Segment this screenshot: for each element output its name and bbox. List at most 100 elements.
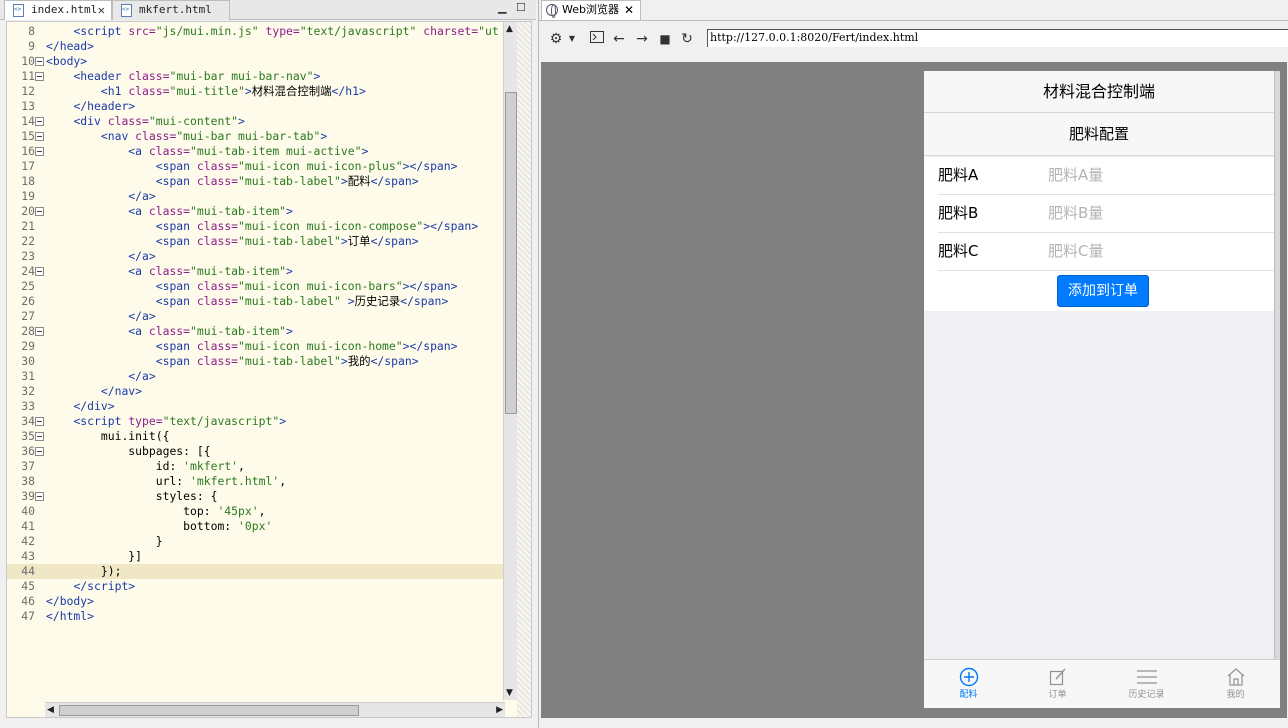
- line-number: 39: [21, 489, 35, 503]
- code-text: </header>: [73, 99, 136, 113]
- minimize-icon[interactable]: ▁: [498, 1, 506, 14]
- tab-orders[interactable]: 订单: [1013, 660, 1102, 708]
- scrollbar-thumb[interactable]: [505, 92, 517, 414]
- code-line[interactable]: 17 <span class="mui-icon mui-icon-plus">…: [7, 159, 503, 174]
- console-icon[interactable]: [589, 30, 605, 48]
- tab-mkfert-html[interactable]: mkfert.html: [112, 0, 230, 20]
- tab-index-html[interactable]: index.html ✕: [4, 0, 112, 20]
- gear-icon[interactable]: ⚙: [547, 30, 565, 48]
- code-line[interactable]: 25 <span class="mui-icon mui-icon-bars">…: [7, 279, 503, 294]
- fold-toggle-icon[interactable]: [35, 417, 44, 426]
- code-editor[interactable]: 8 <script src="js/mui.min.js" type="text…: [6, 21, 532, 718]
- code-line[interactable]: 41 bottom: '0px': [7, 519, 503, 534]
- scroll-up-icon[interactable]: ▲: [506, 24, 513, 34]
- line-number: 29: [21, 339, 35, 353]
- code-line[interactable]: 36 subpages: [{: [7, 444, 503, 459]
- add-to-order-button[interactable]: 添加到订单: [1057, 275, 1149, 307]
- code-line[interactable]: 33 </div>: [7, 399, 503, 414]
- fold-toggle-icon[interactable]: [35, 432, 44, 441]
- code-line[interactable]: 35 mui.init({: [7, 429, 503, 444]
- code-line[interactable]: 27 </a>: [7, 309, 503, 324]
- fertilizer-b-input[interactable]: [1048, 199, 1268, 227]
- code-line[interactable]: 24 <a class="mui-tab-item">: [7, 264, 503, 279]
- forward-arrow-icon[interactable]: →: [634, 30, 650, 48]
- fertilizer-a-input[interactable]: [1048, 161, 1268, 189]
- code-line[interactable]: 12 <h1 class="mui-title">材料混合控制端</h1>: [7, 84, 503, 99]
- code-line[interactable]: 21 <span class="mui-icon mui-icon-compos…: [7, 219, 503, 234]
- fold-toggle-icon[interactable]: [35, 447, 44, 456]
- close-icon[interactable]: ✕: [624, 1, 634, 19]
- address-bar[interactable]: http://127.0.0.1:8020/Fert/index.html: [707, 29, 1288, 47]
- code-line[interactable]: 9 </head>: [7, 39, 503, 54]
- code-line[interactable]: 18 <span class="mui-tab-label">配料</span>: [7, 174, 503, 189]
- fold-toggle-icon[interactable]: [35, 147, 44, 156]
- code-line[interactable]: 13 </header>: [7, 99, 503, 114]
- horizontal-scrollbar[interactable]: ◀ ▶: [45, 702, 505, 717]
- fold-toggle-icon[interactable]: [35, 117, 44, 126]
- tab-web-browser[interactable]: Web浏览器 ✕: [541, 0, 641, 20]
- close-icon[interactable]: ✕: [98, 1, 105, 19]
- code-line[interactable]: 43 }]: [7, 549, 503, 564]
- fold-toggle-icon[interactable]: [35, 132, 44, 141]
- scrollbar-thumb[interactable]: [59, 705, 359, 716]
- code-text: url: 'mkfert.html',: [155, 474, 287, 488]
- code-line[interactable]: 28 <a class="mui-tab-item">: [7, 324, 503, 339]
- tab-ingredients[interactable]: 配料: [924, 660, 1013, 708]
- code-line[interactable]: 40 top: '45px',: [7, 504, 503, 519]
- stop-icon[interactable]: ■: [657, 30, 673, 48]
- code-line[interactable]: 46 </body>: [7, 594, 503, 609]
- fold-toggle-icon[interactable]: [35, 492, 44, 501]
- code-line[interactable]: 38 url: 'mkfert.html',: [7, 474, 503, 489]
- code-line[interactable]: 31 </a>: [7, 369, 503, 384]
- tab-mine[interactable]: 我的: [1191, 660, 1280, 708]
- line-number: 43: [21, 549, 35, 563]
- scroll-right-icon[interactable]: ▶: [496, 705, 503, 715]
- code-line[interactable]: 37 id: 'mkfert',: [7, 459, 503, 474]
- fertilizer-c-input[interactable]: [1048, 237, 1268, 265]
- code-line[interactable]: 22 <span class="mui-tab-label">订单</span>: [7, 234, 503, 249]
- field-label: 肥料A: [938, 166, 979, 184]
- vertical-scrollbar[interactable]: ▲ ▼: [503, 22, 517, 700]
- page-title: 材料混合控制端: [1042, 82, 1155, 101]
- fold-toggle-icon[interactable]: [35, 327, 44, 336]
- code-line[interactable]: 42 }: [7, 534, 503, 549]
- code-line[interactable]: 26 <span class="mui-tab-label" >历史记录</sp…: [7, 294, 503, 309]
- maximize-icon[interactable]: ☐: [516, 1, 526, 14]
- code-line[interactable]: 15 <nav class="mui-bar mui-bar-tab">: [7, 129, 503, 144]
- scroll-left-icon[interactable]: ◀: [47, 705, 54, 715]
- code-line[interactable]: 32 </nav>: [7, 384, 503, 399]
- fold-toggle-icon[interactable]: [35, 207, 44, 216]
- line-number: 34: [21, 414, 35, 428]
- code-line[interactable]: 11 <header class="mui-bar mui-bar-nav">: [7, 69, 503, 84]
- code-line[interactable]: 29 <span class="mui-icon mui-icon-home">…: [7, 339, 503, 354]
- refresh-icon[interactable]: ↻: [679, 30, 695, 48]
- code-line[interactable]: 16 <a class="mui-tab-item mui-active">: [7, 144, 503, 159]
- code-line[interactable]: 19 </a>: [7, 189, 503, 204]
- code-line[interactable]: 47 </html>: [7, 609, 503, 624]
- code-line[interactable]: 20 <a class="mui-tab-item">: [7, 204, 503, 219]
- tab-label: index.html: [31, 3, 98, 16]
- code-line[interactable]: 8 <script src="js/mui.min.js" type="text…: [7, 24, 503, 39]
- code-line[interactable]: 23 </a>: [7, 249, 503, 264]
- line-number: 17: [21, 159, 35, 173]
- fold-toggle-icon[interactable]: [35, 72, 44, 81]
- fold-toggle-icon[interactable]: [35, 267, 44, 276]
- fold-toggle-icon[interactable]: [35, 57, 44, 66]
- code-line[interactable]: 39 styles: {: [7, 489, 503, 504]
- chevron-down-icon[interactable]: ▼: [567, 30, 577, 48]
- code-line[interactable]: 14 <div class="mui-content">: [7, 114, 503, 129]
- code-text: </a>: [128, 369, 156, 383]
- scroll-down-icon[interactable]: ▼: [506, 688, 513, 698]
- editor-pane: index.html ✕ mkfert.html ▁ ☐ 8 <script s…: [0, 0, 536, 728]
- tab-history[interactable]: 历史记录: [1102, 660, 1191, 708]
- back-arrow-icon[interactable]: ←: [611, 30, 627, 48]
- phone-scrollbar[interactable]: [1274, 71, 1280, 659]
- form-row-b: 肥料B: [938, 195, 1274, 233]
- code-text: <div class="mui-content">: [73, 114, 245, 128]
- code-line[interactable]: 45 </script>: [7, 579, 503, 594]
- code-text: <a class="mui-tab-item">: [128, 324, 293, 338]
- code-line[interactable]: 44 });: [7, 564, 503, 579]
- code-line[interactable]: 30 <span class="mui-tab-label">我的</span>: [7, 354, 503, 369]
- code-line[interactable]: 10 <body>: [7, 54, 503, 69]
- code-line[interactable]: 34 <script type="text/javascript">: [7, 414, 503, 429]
